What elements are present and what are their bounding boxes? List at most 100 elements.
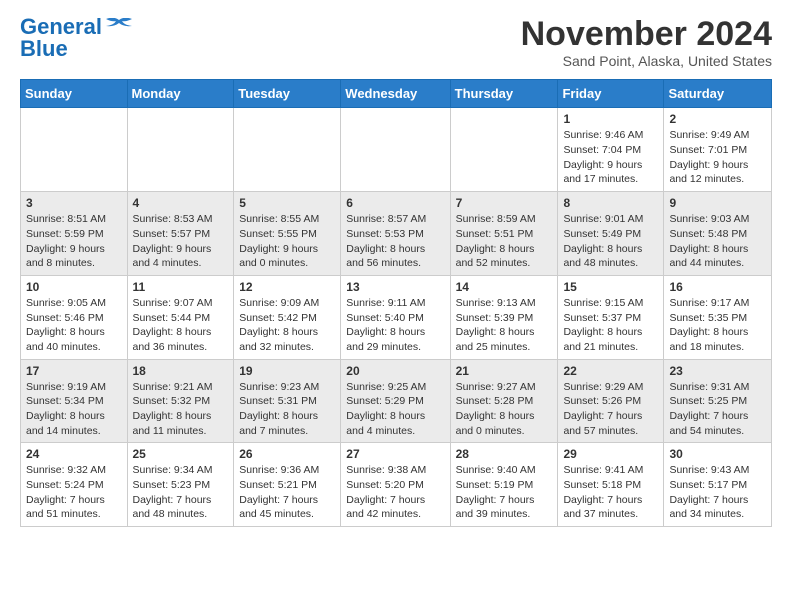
calendar-cell: 2 Sunrise: 9:49 AM Sunset: 7:01 PM Daylig…	[664, 108, 772, 192]
calendar-week-row: 24 Sunrise: 9:32 AM Sunset: 5:24 PM Dayli…	[21, 443, 772, 527]
calendar-week-row: 1 Sunrise: 9:46 AM Sunset: 7:04 PM Daylig…	[21, 108, 772, 192]
calendar-cell: 10 Sunrise: 9:05 AM Sunset: 5:46 PM Dayli…	[21, 275, 128, 359]
day-info: Sunrise: 9:15 AM Sunset: 5:37 PM Dayligh…	[563, 296, 658, 355]
calendar-cell: 19 Sunrise: 9:23 AM Sunset: 5:31 PM Dayli…	[234, 359, 341, 443]
day-number: 10	[26, 280, 122, 294]
day-info: Sunrise: 9:19 AM Sunset: 5:34 PM Dayligh…	[26, 380, 122, 439]
day-number: 19	[239, 364, 335, 378]
day-info: Sunrise: 8:59 AM Sunset: 5:51 PM Dayligh…	[456, 212, 553, 271]
header: General Blue November 2024 Sand Point, A…	[20, 16, 772, 69]
day-info: Sunrise: 9:07 AM Sunset: 5:44 PM Dayligh…	[133, 296, 229, 355]
day-info: Sunrise: 9:03 AM Sunset: 5:48 PM Dayligh…	[669, 212, 766, 271]
day-number: 17	[26, 364, 122, 378]
calendar: Sunday Monday Tuesday Wednesday Thursday…	[20, 79, 772, 527]
day-number: 28	[456, 447, 553, 461]
day-info: Sunrise: 9:38 AM Sunset: 5:20 PM Dayligh…	[346, 463, 444, 522]
day-number: 8	[563, 196, 658, 210]
day-number: 3	[26, 196, 122, 210]
calendar-cell: 15Sunrise: 9:15 AM Sunset: 5:37 PM Dayli…	[558, 275, 664, 359]
day-info: Sunrise: 8:53 AM Sunset: 5:57 PM Dayligh…	[133, 212, 229, 271]
calendar-cell: 3 Sunrise: 8:51 AM Sunset: 5:59 PM Daylig…	[21, 192, 128, 276]
calendar-cell: 12Sunrise: 9:09 AM Sunset: 5:42 PM Dayli…	[234, 275, 341, 359]
calendar-cell: 6Sunrise: 8:57 AM Sunset: 5:53 PM Daylig…	[341, 192, 450, 276]
calendar-cell: 13 Sunrise: 9:11 AM Sunset: 5:40 PM Dayli…	[341, 275, 450, 359]
calendar-cell: 17 Sunrise: 9:19 AM Sunset: 5:34 PM Dayli…	[21, 359, 128, 443]
day-number: 27	[346, 447, 444, 461]
calendar-week-row: 3 Sunrise: 8:51 AM Sunset: 5:59 PM Daylig…	[21, 192, 772, 276]
day-number: 22	[563, 364, 658, 378]
calendar-cell	[21, 108, 128, 192]
calendar-cell: 16Sunrise: 9:17 AM Sunset: 5:35 PM Dayli…	[664, 275, 772, 359]
day-number: 7	[456, 196, 553, 210]
calendar-cell: 11 Sunrise: 9:07 AM Sunset: 5:44 PM Dayli…	[127, 275, 234, 359]
day-info: Sunrise: 9:25 AM Sunset: 5:29 PM Dayligh…	[346, 380, 444, 439]
page: General Blue November 2024 Sand Point, A…	[0, 0, 792, 537]
day-info: Sunrise: 9:11 AM Sunset: 5:40 PM Dayligh…	[346, 296, 444, 355]
day-info: Sunrise: 9:29 AM Sunset: 5:26 PM Dayligh…	[563, 380, 658, 439]
day-number: 20	[346, 364, 444, 378]
calendar-cell: 7 Sunrise: 8:59 AM Sunset: 5:51 PM Daylig…	[450, 192, 558, 276]
day-info: Sunrise: 8:57 AM Sunset: 5:53 PM Dayligh…	[346, 212, 444, 271]
day-number: 13	[346, 280, 444, 294]
day-info: Sunrise: 9:13 AM Sunset: 5:39 PM Dayligh…	[456, 296, 553, 355]
month-title: November 2024	[521, 16, 772, 53]
col-thursday: Thursday	[450, 80, 558, 108]
calendar-cell	[450, 108, 558, 192]
calendar-cell: 26Sunrise: 9:36 AM Sunset: 5:21 PM Dayli…	[234, 443, 341, 527]
day-number: 11	[133, 280, 229, 294]
calendar-header-row: Sunday Monday Tuesday Wednesday Thursday…	[21, 80, 772, 108]
calendar-cell: 23 Sunrise: 9:31 AM Sunset: 5:25 PM Dayli…	[664, 359, 772, 443]
calendar-cell: 24 Sunrise: 9:32 AM Sunset: 5:24 PM Dayli…	[21, 443, 128, 527]
logo-blue: Blue	[20, 36, 68, 61]
calendar-cell: 8Sunrise: 9:01 AM Sunset: 5:49 PM Daylig…	[558, 192, 664, 276]
day-info: Sunrise: 9:46 AM Sunset: 7:04 PM Dayligh…	[563, 128, 658, 187]
day-number: 14	[456, 280, 553, 294]
day-number: 1	[563, 112, 658, 126]
calendar-cell	[234, 108, 341, 192]
calendar-cell: 25 Sunrise: 9:34 AM Sunset: 5:23 PM Dayli…	[127, 443, 234, 527]
day-number: 5	[239, 196, 335, 210]
day-number: 29	[563, 447, 658, 461]
day-info: Sunrise: 9:34 AM Sunset: 5:23 PM Dayligh…	[133, 463, 229, 522]
day-number: 2	[669, 112, 766, 126]
day-number: 24	[26, 447, 122, 461]
day-info: Sunrise: 9:43 AM Sunset: 5:17 PM Dayligh…	[669, 463, 766, 522]
day-number: 23	[669, 364, 766, 378]
location: Sand Point, Alaska, United States	[521, 53, 772, 69]
logo: General Blue	[20, 16, 134, 60]
day-info: Sunrise: 9:49 AM Sunset: 7:01 PM Dayligh…	[669, 128, 766, 187]
day-info: Sunrise: 9:23 AM Sunset: 5:31 PM Dayligh…	[239, 380, 335, 439]
calendar-cell: 30Sunrise: 9:43 AM Sunset: 5:17 PM Dayli…	[664, 443, 772, 527]
col-tuesday: Tuesday	[234, 80, 341, 108]
day-number: 4	[133, 196, 229, 210]
calendar-cell: 21 Sunrise: 9:27 AM Sunset: 5:28 PM Dayli…	[450, 359, 558, 443]
day-number: 12	[239, 280, 335, 294]
day-number: 9	[669, 196, 766, 210]
day-info: Sunrise: 9:31 AM Sunset: 5:25 PM Dayligh…	[669, 380, 766, 439]
col-wednesday: Wednesday	[341, 80, 450, 108]
day-number: 26	[239, 447, 335, 461]
day-info: Sunrise: 9:05 AM Sunset: 5:46 PM Dayligh…	[26, 296, 122, 355]
calendar-cell: 14 Sunrise: 9:13 AM Sunset: 5:39 PM Dayli…	[450, 275, 558, 359]
calendar-week-row: 17 Sunrise: 9:19 AM Sunset: 5:34 PM Dayli…	[21, 359, 772, 443]
calendar-cell: 18 Sunrise: 9:21 AM Sunset: 5:32 PM Dayli…	[127, 359, 234, 443]
day-info: Sunrise: 9:21 AM Sunset: 5:32 PM Dayligh…	[133, 380, 229, 439]
day-number: 18	[133, 364, 229, 378]
day-info: Sunrise: 9:27 AM Sunset: 5:28 PM Dayligh…	[456, 380, 553, 439]
day-info: Sunrise: 8:51 AM Sunset: 5:59 PM Dayligh…	[26, 212, 122, 271]
day-number: 21	[456, 364, 553, 378]
day-info: Sunrise: 9:32 AM Sunset: 5:24 PM Dayligh…	[26, 463, 122, 522]
calendar-cell: 27 Sunrise: 9:38 AM Sunset: 5:20 PM Dayli…	[341, 443, 450, 527]
calendar-cell: 9 Sunrise: 9:03 AM Sunset: 5:48 PM Daylig…	[664, 192, 772, 276]
calendar-cell: 22 Sunrise: 9:29 AM Sunset: 5:26 PM Dayli…	[558, 359, 664, 443]
calendar-cell: 1 Sunrise: 9:46 AM Sunset: 7:04 PM Daylig…	[558, 108, 664, 192]
logo-text: General Blue	[20, 16, 102, 60]
calendar-week-row: 10 Sunrise: 9:05 AM Sunset: 5:46 PM Dayli…	[21, 275, 772, 359]
title-block: November 2024 Sand Point, Alaska, United…	[521, 16, 772, 69]
calendar-cell: 20 Sunrise: 9:25 AM Sunset: 5:29 PM Dayli…	[341, 359, 450, 443]
day-info: Sunrise: 9:40 AM Sunset: 5:19 PM Dayligh…	[456, 463, 553, 522]
day-number: 25	[133, 447, 229, 461]
calendar-cell	[127, 108, 234, 192]
col-friday: Friday	[558, 80, 664, 108]
day-info: Sunrise: 9:41 AM Sunset: 5:18 PM Dayligh…	[563, 463, 658, 522]
